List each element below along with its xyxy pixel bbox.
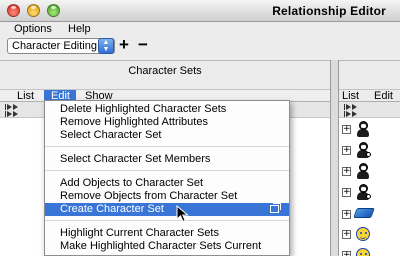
collapse-all-icon[interactable] bbox=[344, 111, 360, 117]
menu-item-make-highlighted-current[interactable]: Make Highlighted Character Sets Current bbox=[45, 240, 289, 253]
window-title: Relationship Editor bbox=[272, 4, 386, 18]
menu-options[interactable]: Options bbox=[14, 23, 52, 35]
smiley-icon bbox=[356, 248, 370, 256]
relationship-editor-window: Relationship Editor Options Help Charact… bbox=[0, 0, 400, 256]
mouse-pointer-icon bbox=[176, 205, 189, 223]
zoom-window-button[interactable] bbox=[47, 4, 60, 17]
right-panel-tabs: List Edit bbox=[339, 89, 400, 102]
tearoff-icon bbox=[270, 203, 281, 213]
menu-help[interactable]: Help bbox=[68, 23, 91, 35]
title-bar[interactable]: Relationship Editor bbox=[0, 0, 400, 22]
tab-edit-right[interactable]: Edit bbox=[374, 90, 393, 102]
characters-panel: List Edit + + + + + + + bbox=[339, 60, 400, 256]
split-divider[interactable] bbox=[330, 60, 339, 256]
expand-all-icon[interactable] bbox=[5, 104, 21, 110]
object-icon bbox=[353, 208, 375, 218]
expand-icon[interactable]: + bbox=[342, 125, 351, 134]
mode-select-value: Character Editing bbox=[12, 40, 97, 52]
tree-row[interactable]: + bbox=[342, 226, 398, 243]
menu-bar: Options Help bbox=[0, 22, 400, 36]
tab-list-right[interactable]: List bbox=[342, 90, 359, 102]
tree-row[interactable]: + bbox=[342, 184, 398, 201]
collapse-all-icon[interactable] bbox=[5, 111, 21, 117]
expand-icon[interactable]: + bbox=[342, 167, 351, 176]
add-button[interactable]: + bbox=[119, 36, 129, 53]
menu-item-highlight-current-sets[interactable]: Highlight Current Character Sets bbox=[45, 227, 289, 240]
menu-separator bbox=[45, 170, 289, 171]
menu-item-delete-highlighted-sets[interactable]: Delete Highlighted Character Sets bbox=[45, 103, 289, 116]
updown-arrows-icon: ▲ ▼ bbox=[98, 38, 114, 54]
tree-row[interactable]: + bbox=[342, 121, 398, 138]
character-tree[interactable]: + + + + + + + bbox=[339, 102, 400, 256]
menu-item-remove-highlighted-attributes[interactable]: Remove Highlighted Attributes bbox=[45, 116, 289, 129]
minimize-window-button[interactable] bbox=[27, 4, 40, 17]
expand-icon[interactable]: + bbox=[342, 188, 351, 197]
expand-icon[interactable]: + bbox=[342, 210, 351, 219]
menu-item-select-character-set[interactable]: Select Character Set bbox=[45, 129, 289, 142]
toolbar: Character Editing ▲ ▼ + − bbox=[0, 36, 400, 60]
menu-item-create-character-set[interactable]: Create Character Set bbox=[45, 203, 289, 216]
character-icon bbox=[355, 121, 371, 138]
close-window-button[interactable] bbox=[7, 4, 20, 17]
menu-item-select-set-members[interactable]: Select Character Set Members bbox=[45, 153, 289, 166]
remove-button[interactable]: − bbox=[138, 36, 148, 53]
smiley-icon bbox=[356, 227, 370, 241]
expand-icon[interactable]: + bbox=[342, 146, 351, 155]
tree-row[interactable]: + bbox=[342, 247, 398, 256]
tree-row[interactable]: + bbox=[342, 142, 398, 159]
expand-all-icon[interactable] bbox=[344, 104, 360, 110]
menu-separator bbox=[45, 146, 289, 147]
character-icon bbox=[355, 184, 371, 201]
tree-row[interactable]: + bbox=[342, 206, 398, 223]
menu-item-remove-objects[interactable]: Remove Objects from Character Set bbox=[45, 190, 289, 203]
character-icon bbox=[355, 163, 371, 180]
character-icon bbox=[355, 142, 371, 159]
tab-list[interactable]: List bbox=[17, 90, 34, 102]
panel-title: Character Sets bbox=[128, 65, 202, 77]
edit-menu-dropdown: Delete Highlighted Character Sets Remove… bbox=[44, 100, 290, 256]
tree-header bbox=[339, 102, 400, 118]
menu-item-label: Create Character Set bbox=[60, 203, 164, 215]
expand-icon[interactable]: + bbox=[342, 251, 351, 256]
tree-row[interactable]: + bbox=[342, 163, 398, 180]
expand-icon[interactable]: + bbox=[342, 230, 351, 239]
menu-item-add-objects[interactable]: Add Objects to Character Set bbox=[45, 177, 289, 190]
mode-select[interactable]: Character Editing ▲ ▼ bbox=[7, 38, 115, 54]
menu-separator bbox=[45, 220, 289, 221]
